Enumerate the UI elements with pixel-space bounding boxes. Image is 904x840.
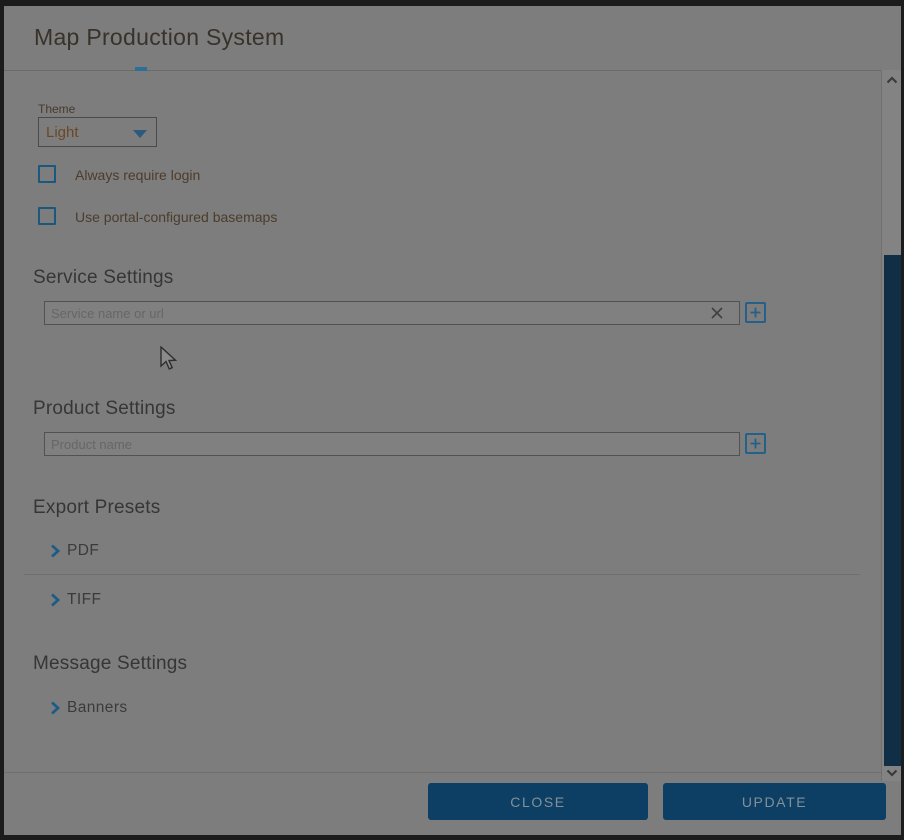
chevron-down-icon [133, 130, 147, 138]
service-settings-heading: Service Settings [33, 267, 174, 289]
mouse-cursor [158, 346, 180, 372]
tiff-expander-label: TIFF [67, 591, 101, 609]
scrolled-element-edge [135, 67, 147, 71]
scrollbar-thumb[interactable] [884, 255, 901, 766]
plus-icon [750, 307, 761, 318]
footer-divider [4, 772, 901, 773]
clear-icon[interactable] [710, 306, 724, 320]
update-button[interactable]: UPDATE [663, 783, 886, 820]
message-settings-heading: Message Settings [33, 653, 187, 675]
chevron-down-icon [886, 769, 898, 777]
close-button[interactable]: CLOSE [428, 783, 648, 820]
banners-expander-label: Banners [67, 699, 128, 717]
vertical-scrollbar[interactable] [881, 70, 901, 781]
dialog-title: Map Production System [34, 24, 284, 51]
plus-icon [750, 438, 761, 449]
portal-basemaps-label: Use portal-configured basemaps [75, 209, 277, 225]
chevron-up-icon [886, 76, 898, 84]
chevron-right-icon [50, 544, 60, 558]
export-presets-heading: Export Presets [33, 497, 160, 519]
scroll-up-button[interactable] [882, 72, 902, 88]
theme-label: Theme [38, 102, 75, 116]
chevron-right-icon [50, 593, 60, 607]
product-settings-heading: Product Settings [33, 398, 176, 420]
preset-row-divider [24, 574, 860, 575]
service-name-input[interactable] [44, 301, 740, 325]
theme-select-value: Light [46, 124, 79, 141]
always-require-login-label: Always require login [75, 167, 200, 183]
always-require-login-checkbox[interactable] [38, 165, 56, 183]
chevron-right-icon [50, 701, 60, 715]
screenshot-root: Map Production System Theme Light Always… [0, 0, 904, 840]
map-production-dialog: Map Production System Theme Light Always… [4, 6, 901, 835]
add-service-button[interactable] [745, 302, 766, 323]
scroll-down-button[interactable] [882, 765, 902, 781]
portal-basemaps-checkbox[interactable] [38, 207, 56, 225]
add-product-button[interactable] [745, 433, 766, 454]
theme-select[interactable]: Light [38, 117, 157, 147]
product-name-input[interactable] [44, 432, 740, 456]
pdf-expander-label: PDF [67, 542, 99, 560]
